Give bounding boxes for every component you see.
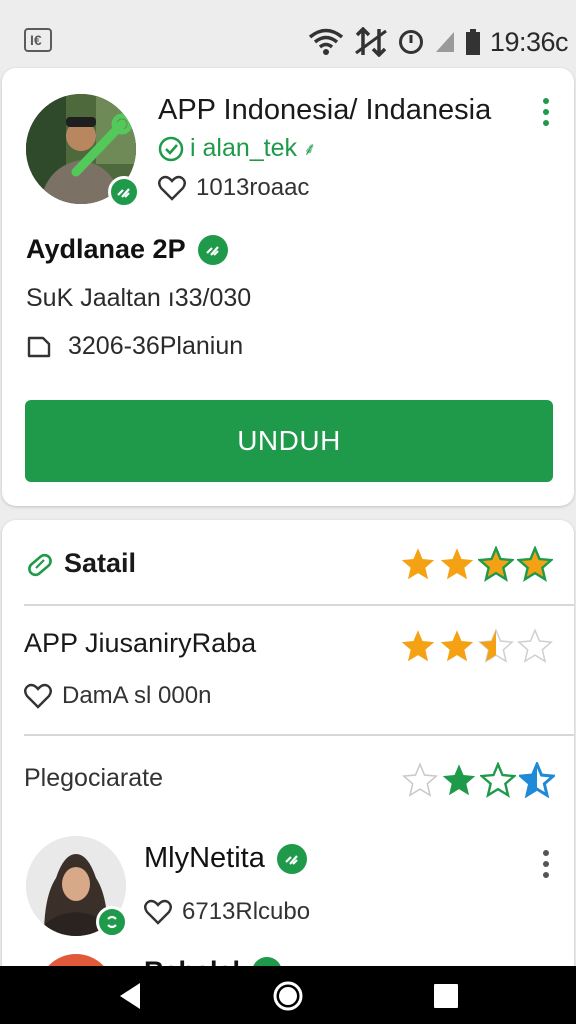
star-outline-icon <box>517 628 553 663</box>
star-rating <box>400 546 553 582</box>
check-circle-icon <box>158 136 184 161</box>
user-name[interactable]: MlyNetita <box>144 842 307 875</box>
star-icon <box>442 764 476 796</box>
clock: 19:36c <box>489 26 569 57</box>
row-label: Plegociarate <box>24 764 163 792</box>
document-icon <box>27 336 51 357</box>
app-name-text: Aydlanae 2P <box>26 234 186 264</box>
row-label: Satail <box>64 548 137 578</box>
alarm-icon <box>398 30 423 54</box>
status-icons: 19:36c <box>308 24 569 60</box>
ratings-card: Satail APP JiusaniryRaba DamA sl 000n Pl… <box>2 520 574 1000</box>
recents-icon[interactable] <box>432 982 460 1010</box>
phone-line: 3206-36Planiun <box>26 332 243 361</box>
data-transfer-icon <box>355 27 387 57</box>
likes-count: DamA sl 000n <box>62 682 212 709</box>
home-icon[interactable] <box>272 980 304 1012</box>
heart-icon <box>24 683 52 709</box>
battery-icon <box>465 29 480 55</box>
download-button[interactable]: UNDUH <box>25 400 553 482</box>
likes-stat: 6713Rlcubo <box>144 898 310 926</box>
list-item[interactable]: Plegociarate <box>24 764 163 793</box>
user-name-text: MlyNetita <box>144 842 265 874</box>
star-outline-icon <box>402 762 438 797</box>
likes-stat: DamA sl 000n <box>24 682 211 710</box>
star-half-icon <box>478 628 514 663</box>
verified-icon <box>276 843 307 874</box>
signal-icon <box>435 32 454 52</box>
app-card: APP Indonesia/ Indanesia i alan_tek ⸙ 10… <box>2 68 574 506</box>
notification-icon: I€ <box>24 28 52 52</box>
back-icon[interactable] <box>116 981 144 1011</box>
row-label: APP JiusaniryRaba <box>24 628 257 658</box>
likes-stat: 1013roaac <box>158 174 309 202</box>
address-text: SuK Jaaltan ı33/030 <box>26 284 252 312</box>
address-line: SuK Jaaltan ı33/030 <box>26 284 251 313</box>
verified-icon <box>197 234 228 265</box>
developer-mark: ⸙ <box>303 138 317 159</box>
divider <box>24 734 574 736</box>
app-title: APP Indonesia/ Indanesia <box>158 94 492 126</box>
star-icon <box>517 546 553 582</box>
likes-count: 6713Rlcubo <box>182 898 311 925</box>
star-outline-icon <box>480 762 516 798</box>
list-item[interactable]: APP JiusaniryRaba <box>24 628 256 659</box>
star-icon <box>401 630 435 662</box>
star-rating <box>400 628 553 664</box>
star-icon <box>478 546 514 582</box>
star-icon <box>401 548 435 580</box>
likes-count: 1013roaac <box>196 174 310 201</box>
status-bar: I€ 19:36c <box>0 0 576 62</box>
divider <box>24 604 574 606</box>
verified-badge-icon <box>96 906 128 938</box>
app-name: Aydlanae 2P <box>26 234 228 265</box>
star-rating <box>402 762 555 798</box>
star-icon <box>440 548 474 580</box>
heart-icon <box>144 899 172 925</box>
heart-icon <box>158 175 186 201</box>
list-item[interactable]: Satail <box>24 548 136 579</box>
more-options-icon[interactable] <box>541 98 551 131</box>
verified-badge-icon <box>108 176 140 208</box>
wifi-icon <box>308 28 344 55</box>
navigation-bar <box>0 966 576 1024</box>
phone-text: 3206-36Planiun <box>68 332 244 360</box>
developer-name: i alan_tek <box>190 134 298 162</box>
more-options-icon[interactable] <box>541 850 551 883</box>
developer-link[interactable]: i alan_tek ⸙ <box>158 134 317 163</box>
star-blue-icon <box>519 762 555 798</box>
star-icon <box>440 630 474 662</box>
tag-icon <box>28 553 52 576</box>
